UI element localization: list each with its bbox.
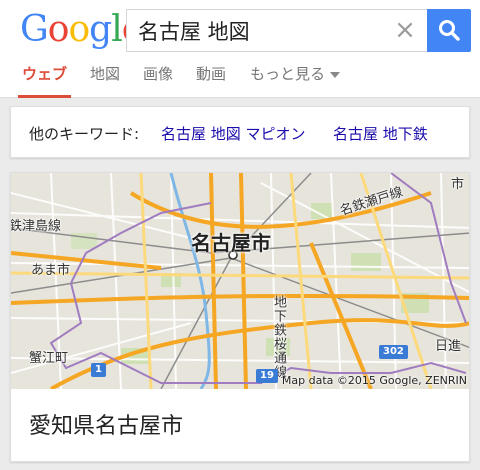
route-shield: 1 bbox=[91, 363, 106, 377]
logo-letter: l bbox=[111, 9, 122, 50]
place-title[interactable]: 愛知県名古屋市 bbox=[29, 408, 183, 440]
search-button[interactable] bbox=[427, 9, 471, 52]
map-image[interactable]: 名古屋市 鉄津島線 あま市 蟹江町 名鉄瀬戸線 地下鉄桜通線 日進 市 1 19… bbox=[11, 173, 469, 389]
map-label: 市 bbox=[451, 177, 465, 192]
search-box: × bbox=[126, 9, 428, 52]
clear-icon[interactable]: × bbox=[392, 17, 418, 43]
related-keyword-link[interactable]: 名古屋 地図 マピオン bbox=[161, 123, 306, 144]
header: Google × ウェブ 地図 画像 動画 もっと見る bbox=[0, 0, 480, 98]
map-attribution: Map data ©2015 Google, ZENRIN bbox=[281, 374, 467, 387]
logo-letter: G bbox=[20, 9, 49, 50]
related-keywords-label: 他のキーワード: bbox=[29, 125, 140, 143]
route-shield: 19 bbox=[256, 369, 278, 383]
search-tabs: ウェブ 地図 画像 動画 もっと見る bbox=[0, 56, 480, 98]
tab-web[interactable]: ウェブ bbox=[17, 64, 72, 98]
logo-letter: g bbox=[89, 9, 112, 50]
map-card: 名古屋市 鉄津島線 あま市 蟹江町 名鉄瀬戸線 地下鉄桜通線 日進 市 1 19… bbox=[10, 172, 470, 462]
map-label: 日進 bbox=[435, 339, 462, 354]
tab-videos[interactable]: 動画 bbox=[196, 64, 226, 98]
tab-more[interactable]: もっと見る bbox=[250, 64, 341, 98]
map-label: 鉄津島線 bbox=[11, 219, 62, 234]
logo-letter: o bbox=[68, 9, 90, 50]
logo-letter: o bbox=[47, 9, 70, 50]
map-label-city: 名古屋市 bbox=[191, 231, 271, 255]
related-keywords-card: 他のキーワード: 名古屋 地図 マピオン 名古屋 地下鉄 bbox=[10, 106, 470, 158]
tab-more-label: もっと見る bbox=[250, 65, 326, 83]
related-keyword-link[interactable]: 名古屋 地下鉄 bbox=[333, 123, 428, 144]
tab-images[interactable]: 画像 bbox=[143, 64, 173, 98]
map-label: 地下鉄桜通線 bbox=[271, 295, 286, 379]
map-label: 蟹江町 bbox=[29, 351, 69, 366]
tab-maps[interactable]: 地図 bbox=[90, 64, 120, 98]
route-shield: 302 bbox=[379, 345, 408, 359]
search-input[interactable] bbox=[127, 10, 387, 51]
chevron-down-icon bbox=[330, 71, 341, 78]
search-icon bbox=[439, 20, 460, 41]
google-logo[interactable]: Google bbox=[20, 8, 143, 52]
map-label: あま市 bbox=[31, 263, 71, 278]
